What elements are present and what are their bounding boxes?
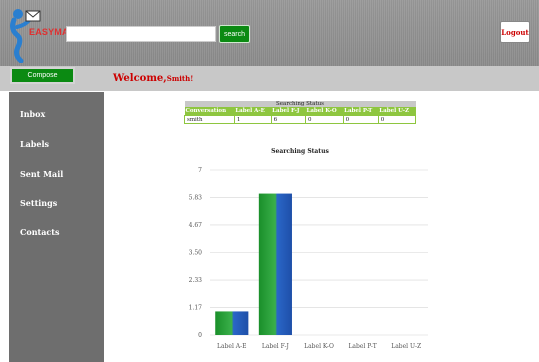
x-tick-label: Label F-J: [262, 343, 290, 350]
y-tick-label: 4.67: [189, 222, 203, 229]
column-header: Label F-J: [271, 107, 306, 116]
y-tick-label: 7: [198, 167, 202, 174]
chart-bar: [215, 311, 249, 335]
column-header: Conversation: [184, 107, 235, 116]
compose-button[interactable]: Compose: [10, 67, 75, 84]
table-cell: 1: [233, 115, 272, 124]
sidebar-item-contacts[interactable]: Contacts: [20, 227, 59, 237]
search-button[interactable]: search: [219, 25, 250, 43]
y-tick-label: 3.50: [189, 250, 203, 257]
y-tick-label: 5.83: [189, 195, 203, 202]
x-tick-label: Label K-O: [304, 343, 334, 350]
table-cell: 0: [342, 115, 379, 124]
y-tick-label: 2.33: [189, 277, 203, 284]
column-header: Label A-E: [234, 107, 272, 116]
user-name: Smith!: [166, 74, 194, 83]
sidebar: Inbox Labels Sent Mail Settings Contacts: [9, 92, 104, 362]
x-tick-label: Label U-Z: [391, 343, 421, 350]
search-input[interactable]: [66, 26, 216, 42]
x-tick-label: Label P-T: [348, 343, 376, 350]
table-row: smith 1 6 0 0 0: [184, 115, 417, 124]
table-cell: smith: [184, 115, 235, 124]
y-tick-label: 1.17: [189, 304, 203, 311]
logout-button[interactable]: Logout: [500, 21, 530, 43]
bar-chart: 0 1.17 2.33 3.50 4.67 5.83 7 Label A-E Label F-J…: [189, 167, 428, 350]
y-tick-label: 0: [198, 332, 202, 339]
sidebar-item-labels[interactable]: Labels: [20, 139, 49, 149]
table-header-row: Conversation Label A-E Label F-J Label K…: [184, 107, 416, 116]
searching-status-table: Searching Status Conversation Label A-E …: [184, 101, 417, 124]
sidebar-item-settings[interactable]: Settings: [20, 198, 57, 208]
welcome-text: Welcome,: [113, 73, 167, 84]
sidebar-item-sent-mail[interactable]: Sent Mail: [20, 169, 63, 179]
table-cell: 0: [377, 115, 417, 124]
x-tick-label: Label A-E: [217, 343, 247, 350]
welcome-message: Welcome,Smith!: [113, 73, 193, 84]
column-header: Label P-T: [343, 107, 379, 116]
sub-header: [0, 66, 539, 91]
table-cell: 6: [270, 115, 306, 124]
table-cell: 0: [304, 115, 344, 124]
sidebar-item-inbox[interactable]: Inbox: [20, 109, 45, 119]
app-header: EASYMAIL search Logout: [0, 0, 539, 66]
chart-bar: [258, 193, 292, 335]
chart-title: Searching Status: [271, 148, 329, 155]
column-header: Label U-Z: [378, 107, 416, 116]
column-header: Label K-O: [305, 107, 344, 116]
